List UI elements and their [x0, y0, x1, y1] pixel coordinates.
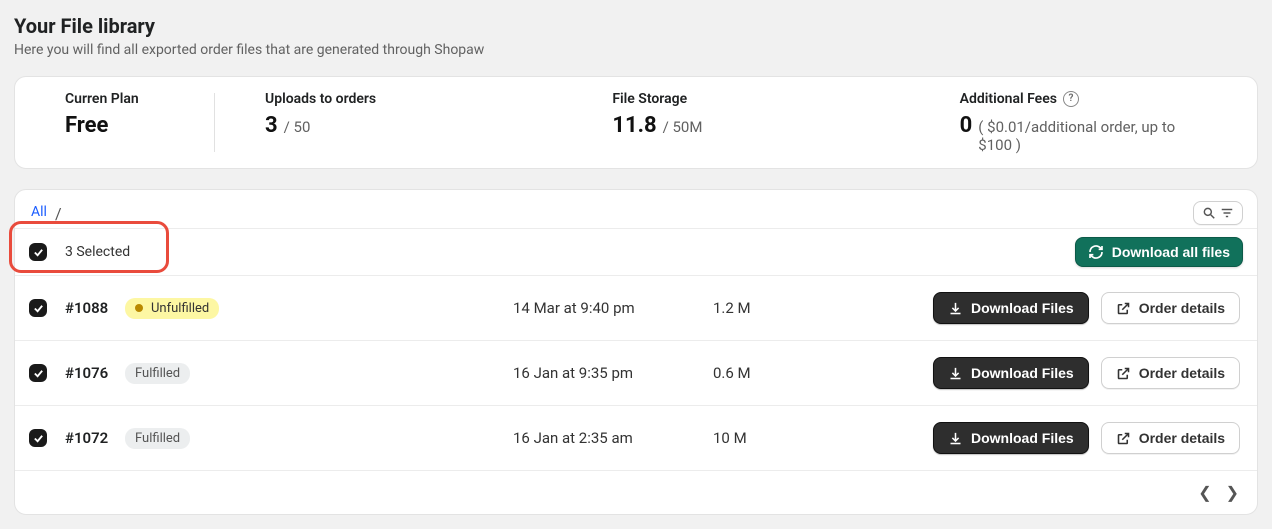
- external-link-icon: [1116, 366, 1131, 381]
- table-row: #1088Unfulfilled14 Mar at 9:40 pm1.2 MDo…: [15, 275, 1257, 340]
- stat-sub: ( $0.01/additional order, up to $100 ): [978, 118, 1207, 154]
- order-id[interactable]: #1088: [65, 299, 125, 317]
- file-table-card: All / 3 Selected Download all files #108…: [14, 189, 1258, 515]
- order-details-label: Order details: [1139, 430, 1225, 446]
- check-icon: [33, 247, 44, 258]
- download-all-label: Download all files: [1112, 244, 1230, 260]
- page-header: Your File library Here you will find all…: [14, 14, 1258, 58]
- stat-storage: File Storage 11.8 / 50M: [562, 91, 909, 154]
- date-cell: 16 Jan at 2:35 am: [513, 429, 713, 447]
- stat-label: File Storage: [612, 91, 859, 107]
- stat-label: Uploads to orders: [265, 91, 512, 107]
- size-cell: 10 M: [713, 429, 933, 447]
- download-icon: [948, 301, 963, 316]
- download-icon: [948, 366, 963, 381]
- row-checkbox[interactable]: [29, 299, 47, 317]
- check-icon: [33, 368, 44, 379]
- tabs-row: All /: [15, 190, 1257, 228]
- status-badge: Fulfilled: [125, 363, 190, 384]
- download-files-button[interactable]: Download Files: [933, 292, 1089, 324]
- stat-label: Curren Plan: [65, 91, 165, 107]
- selection-bar: 3 Selected Download all files: [15, 228, 1257, 275]
- download-files-button[interactable]: Download Files: [933, 422, 1089, 454]
- status-col: Unfulfilled: [125, 297, 245, 319]
- filter-icon: [1220, 206, 1234, 220]
- row-checkbox[interactable]: [29, 364, 47, 382]
- status-badge: Unfulfilled: [125, 298, 219, 319]
- page-subtitle: Here you will find all exported order fi…: [14, 42, 1258, 58]
- date-cell: 16 Jan at 9:35 pm: [513, 364, 713, 382]
- stat-uploads: Uploads to orders 3 / 50: [215, 91, 562, 154]
- stat-fees: Additional Fees ? 0 ( $0.01/additional o…: [910, 91, 1257, 154]
- order-details-button[interactable]: Order details: [1101, 292, 1240, 324]
- check-icon: [33, 303, 44, 314]
- actions-cell: Download Files Order details: [933, 357, 1243, 389]
- check-icon: [33, 433, 44, 444]
- table-row: #1072Fulfilled16 Jan at 2:35 am10 MDownl…: [15, 405, 1257, 470]
- order-details-label: Order details: [1139, 300, 1225, 316]
- size-cell: 1.2 M: [713, 299, 933, 317]
- download-all-button[interactable]: Download all files: [1075, 237, 1243, 267]
- order-id[interactable]: #1076: [65, 364, 125, 382]
- stat-plan: Curren Plan Free: [15, 91, 215, 154]
- size-cell: 0.6 M: [713, 364, 933, 382]
- tab-all[interactable]: All: [29, 198, 49, 228]
- status-col: Fulfilled: [125, 427, 245, 449]
- status-col: Fulfilled: [125, 362, 245, 384]
- refresh-icon: [1088, 244, 1104, 260]
- select-all-checkbox[interactable]: [29, 243, 47, 261]
- external-link-icon: [1116, 301, 1131, 316]
- actions-cell: Download Files Order details: [933, 422, 1243, 454]
- search-filter-button[interactable]: [1193, 201, 1243, 225]
- search-icon: [1202, 206, 1216, 220]
- download-files-button[interactable]: Download Files: [933, 357, 1089, 389]
- page-title: Your File library: [14, 14, 1258, 38]
- stat-value: 11.8: [612, 113, 656, 138]
- status-text: Fulfilled: [135, 431, 180, 446]
- pagination: ❮ ❯: [15, 470, 1257, 514]
- row-checkbox[interactable]: [29, 429, 47, 447]
- stat-value: 3: [265, 113, 278, 138]
- info-icon[interactable]: ?: [1063, 91, 1079, 107]
- date-cell: 14 Mar at 9:40 pm: [513, 299, 713, 317]
- tab-separator: /: [55, 204, 62, 223]
- order-details-button[interactable]: Order details: [1101, 422, 1240, 454]
- stat-label: Additional Fees ?: [960, 91, 1207, 107]
- download-files-label: Download Files: [971, 300, 1074, 316]
- prev-page[interactable]: ❮: [1198, 483, 1211, 502]
- status-badge: Fulfilled: [125, 428, 190, 449]
- order-id[interactable]: #1072: [65, 429, 125, 447]
- next-page[interactable]: ❯: [1226, 483, 1239, 502]
- status-dot: [135, 304, 143, 312]
- stat-sub: / 50: [284, 118, 311, 136]
- stat-value: 0: [960, 113, 973, 138]
- download-icon: [948, 431, 963, 446]
- download-files-label: Download Files: [971, 430, 1074, 446]
- download-files-label: Download Files: [971, 365, 1074, 381]
- selection-count: 3 Selected: [65, 244, 130, 260]
- external-link-icon: [1116, 431, 1131, 446]
- table-row: #1076Fulfilled16 Jan at 9:35 pm0.6 MDown…: [15, 340, 1257, 405]
- status-text: Unfulfilled: [151, 301, 209, 316]
- order-details-label: Order details: [1139, 365, 1225, 381]
- stats-card: Curren Plan Free Uploads to orders 3 / 5…: [14, 76, 1258, 169]
- status-text: Fulfilled: [135, 366, 180, 381]
- stat-sub: / 50M: [663, 118, 703, 136]
- actions-cell: Download Files Order details: [933, 292, 1243, 324]
- stat-label-text: Additional Fees: [960, 91, 1057, 107]
- order-details-button[interactable]: Order details: [1101, 357, 1240, 389]
- stat-value: Free: [65, 113, 108, 138]
